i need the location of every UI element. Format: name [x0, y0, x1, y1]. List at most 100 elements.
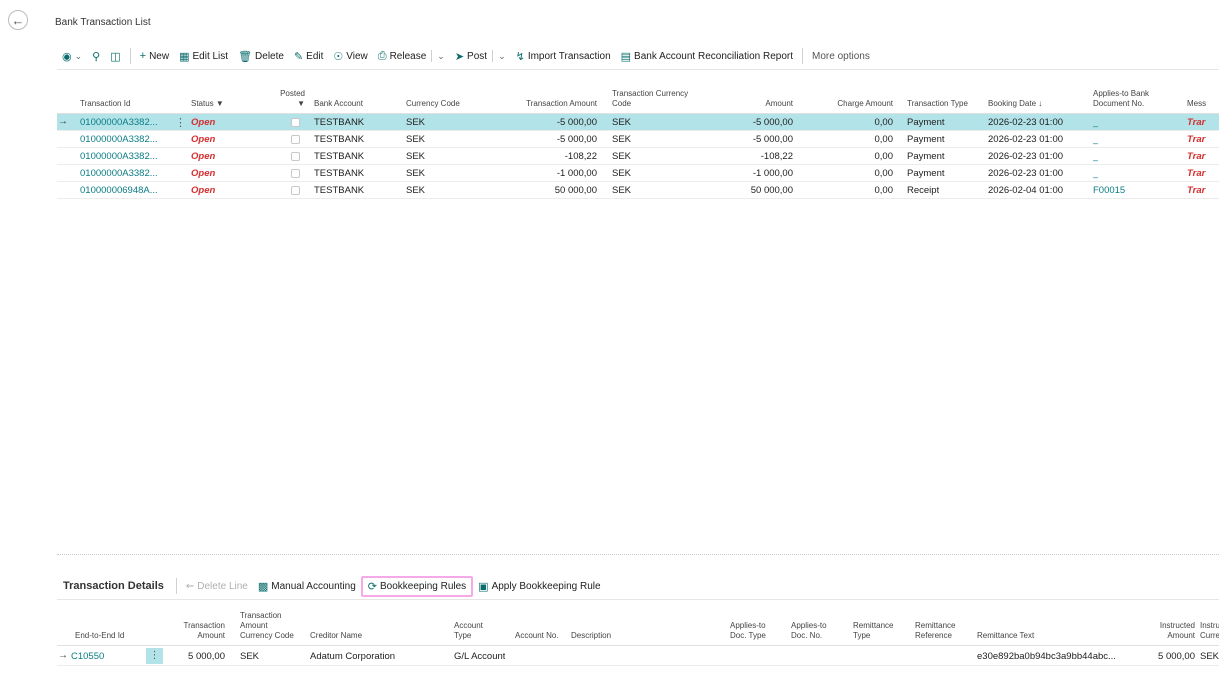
more-options-button[interactable]: More options [807, 45, 875, 67]
col-amount[interactable]: Amount [717, 99, 793, 109]
col-posted[interactable]: Posted ▼ [275, 89, 305, 109]
col-charge-amount[interactable]: Charge Amount [817, 99, 893, 109]
apply-rule-icon: ▣ [478, 580, 489, 593]
col-transaction-currency-code[interactable]: Transaction Currency Code [612, 89, 688, 109]
col-transaction-amount[interactable]: Transaction Amount [177, 621, 226, 641]
col-applies-to-doc-type[interactable]: Applies-to Doc. Type [730, 621, 766, 641]
status-cell: Open [191, 134, 216, 145]
toolbar-underline [57, 69, 1219, 70]
delete-line-button[interactable]: ⇜ Delete Line [181, 579, 253, 594]
bookkeeping-rules-button[interactable]: ⟳ Bookkeeping Rules [360, 575, 474, 597]
search-button[interactable]: ⚲ [87, 45, 105, 67]
reconciliation-report-button[interactable]: ▤ Bank Account Reconciliation Report [616, 45, 798, 67]
applies-to-doc-cell[interactable]: _ [1093, 134, 1098, 145]
transaction-type-cell: Payment [907, 168, 945, 179]
transaction-amount-cell: -108,22 [564, 151, 597, 162]
table-row[interactable]: 010000006948A... Open TESTBANK SEK 50 000,00… [57, 182, 1219, 199]
layout-button[interactable]: ◫ [105, 45, 125, 67]
split-divider [431, 50, 433, 62]
new-button[interactable]: + New [135, 45, 174, 67]
col-status[interactable]: Status ▼ [191, 99, 224, 109]
details-row[interactable]: → C10550 ⋮ 5 000,00 SEK Adatum Corporati… [57, 646, 1219, 666]
posted-checkbox [291, 186, 300, 195]
details-title[interactable]: Transaction Details [57, 580, 172, 592]
table-row[interactable]: → ⋮ 01000000A3382... Open TESTBANK SEK -5 000,… [57, 114, 1219, 131]
col-message[interactable]: Mess [1187, 99, 1206, 109]
col-end-to-end-id[interactable]: End-to-End Id [75, 631, 124, 641]
col-transaction-amount-currency[interactable]: Transaction Amount Currency Code [240, 611, 294, 641]
transaction-id-cell[interactable]: 01000000A3382... [80, 117, 172, 128]
col-bank-account[interactable]: Bank Account [314, 99, 363, 109]
arrow-left-icon[interactable]: ← [8, 10, 28, 30]
posted-checkbox [291, 135, 300, 144]
col-creditor-name[interactable]: Creditor Name [310, 631, 362, 641]
applies-to-doc-cell[interactable]: _ [1093, 151, 1098, 162]
post-button[interactable]: ➤ Post ⌄ [450, 45, 511, 67]
transaction-id-cell[interactable]: 010000006948A... [80, 185, 172, 196]
bank-account-cell: TESTBANK [314, 117, 365, 128]
release-icon: ⎙ [377, 49, 387, 62]
charge-amount-cell: 0,00 [874, 185, 894, 196]
applies-to-doc-cell[interactable]: _ [1093, 117, 1098, 128]
charge-amount-cell: 0,00 [874, 168, 894, 179]
import-transaction-button[interactable]: ↯ Import Transaction [511, 45, 616, 67]
transaction-amount-cell: -1 000,00 [556, 168, 597, 179]
transaction-id-cell[interactable]: 01000000A3382... [80, 151, 172, 162]
transaction-type-cell: Payment [907, 134, 945, 145]
col-currency-code[interactable]: Currency Code [406, 99, 460, 109]
edit-list-button[interactable]: ▦ Edit List [174, 45, 233, 67]
filter-pane-button[interactable]: ◉ ⌄ [57, 45, 87, 67]
col-remittance-type[interactable]: Remittance Type [853, 621, 893, 641]
edit-list-icon: ▦ [179, 50, 190, 63]
amount-cell: 50 000,00 [750, 185, 793, 196]
transaction-id-cell[interactable]: 01000000A3382... [80, 134, 172, 145]
transaction-currency-cell: SEK [612, 117, 632, 128]
col-applies-to-doc[interactable]: Applies-to Bank Document No. [1093, 89, 1149, 109]
row-actions-icon[interactable]: ⋮ [146, 648, 163, 664]
table-row[interactable]: 01000000A3382... Open TESTBANK SEK -1 000,00… [57, 165, 1219, 182]
row-actions-icon[interactable]: ⋮ [175, 116, 186, 129]
apply-bookkeeping-rule-button[interactable]: ▣ Apply Bookkeeping Rule [473, 578, 605, 595]
booking-date-cell: 2026-02-23 01:00 [988, 117, 1064, 128]
col-account-no[interactable]: Account No. [515, 631, 559, 641]
message-cell: Trar [1187, 117, 1206, 128]
release-button[interactable]: ⎙ Release ⌄ [373, 45, 450, 67]
edit-button[interactable]: ✎ Edit [289, 45, 328, 67]
manual-accounting-button[interactable]: ▩ Manual Accounting [253, 578, 361, 595]
col-instructed-amount[interactable]: Instructed Amount [1137, 621, 1195, 641]
transaction-type-cell: Payment [907, 117, 945, 128]
table-row[interactable]: 01000000A3382... Open TESTBANK SEK -108,22 SE… [57, 148, 1219, 165]
pane-divider[interactable] [57, 554, 1219, 555]
row-selected-arrow-icon: → [58, 116, 68, 127]
col-instructed-currency[interactable]: InstrucCurren [1200, 621, 1219, 641]
delete-button[interactable]: 🗑 Delete [233, 45, 289, 67]
col-description[interactable]: Description [571, 631, 611, 641]
message-cell: Trar [1187, 134, 1206, 145]
instructed-amount-cell: 5 000,00 [1158, 651, 1195, 662]
layout-icon: ◫ [110, 50, 121, 63]
booking-date-cell: 2026-02-23 01:00 [988, 134, 1064, 145]
end-to-end-id-cell[interactable]: C10550 [71, 651, 104, 662]
transaction-id-cell[interactable]: 01000000A3382... [80, 168, 172, 179]
applies-to-doc-cell[interactable]: F00015 [1093, 185, 1125, 196]
col-transaction-type[interactable]: Transaction Type [907, 99, 968, 109]
account-type-cell[interactable]: G/L Account [454, 651, 505, 662]
col-transaction-id[interactable]: Transaction Id [80, 99, 130, 109]
bank-account-cell: TESTBANK [314, 151, 365, 162]
table-row[interactable]: 01000000A3382... Open TESTBANK SEK -5 000,00… [57, 131, 1219, 148]
col-booking-date[interactable]: Booking Date ↓ [988, 99, 1042, 109]
transaction-amount-cell: -5 000,00 [556, 134, 597, 145]
creditor-name-cell: Adatum Corporation [310, 651, 396, 662]
status-cell: Open [191, 151, 216, 162]
applies-to-doc-cell[interactable]: _ [1093, 168, 1098, 179]
amount-cell: -1 000,00 [752, 168, 793, 179]
col-applies-to-doc-no[interactable]: Applies-to Doc. No. [791, 621, 827, 641]
view-button[interactable]: ☉ View [328, 45, 372, 67]
col-account-type[interactable]: Account Type [454, 621, 483, 641]
currency-code-cell: SEK [406, 168, 426, 179]
transaction-currency-cell: SEK [612, 151, 632, 162]
amount-cell: -5 000,00 [752, 117, 793, 128]
col-remittance-reference[interactable]: Remittance Reference [915, 621, 955, 641]
col-remittance-text[interactable]: Remittance Text [977, 631, 1034, 641]
col-transaction-amount[interactable]: Transaction Amount [517, 99, 597, 109]
